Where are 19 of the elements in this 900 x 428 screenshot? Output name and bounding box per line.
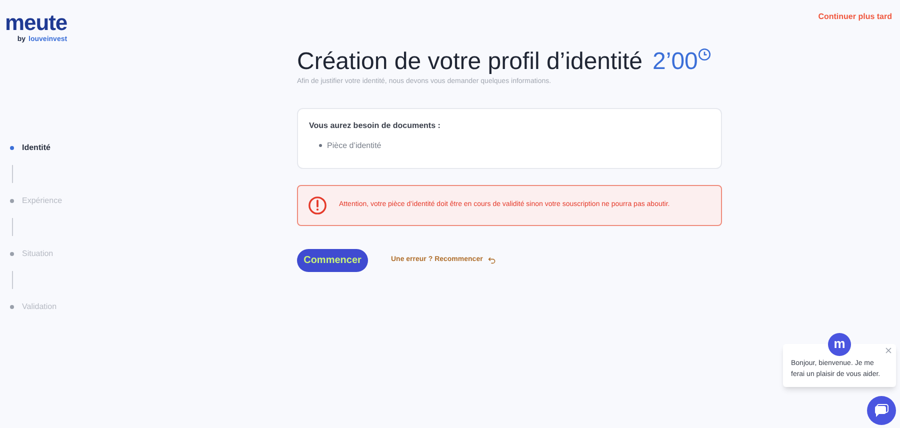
step-label[interactable]: Expérience: [22, 194, 62, 206]
clock-icon: [698, 48, 711, 61]
close-icon[interactable]: [885, 347, 892, 354]
page-title: Création de votre profil d’identité: [297, 47, 643, 77]
documents-heading: Vous aurez besoin de documents :: [309, 120, 442, 132]
document-item: Pièce d’identité: [327, 140, 382, 152]
continue-later-link[interactable]: Continuer plus tard: [818, 11, 892, 23]
timer: 2’00: [652, 47, 698, 77]
step-label[interactable]: Identité: [22, 142, 50, 154]
logo-wordmark: meute: [5, 12, 68, 34]
chat-icon: [874, 404, 889, 418]
step-label[interactable]: Validation: [22, 300, 57, 312]
bullet-icon: [319, 144, 322, 147]
step-label[interactable]: Situation: [22, 248, 54, 260]
warning-icon: [308, 196, 327, 214]
undo-icon: [488, 256, 496, 264]
chat-avatar: m: [828, 333, 851, 356]
start-button[interactable]: Commencer: [297, 248, 368, 272]
chat-launcher-button[interactable]: [867, 396, 896, 425]
